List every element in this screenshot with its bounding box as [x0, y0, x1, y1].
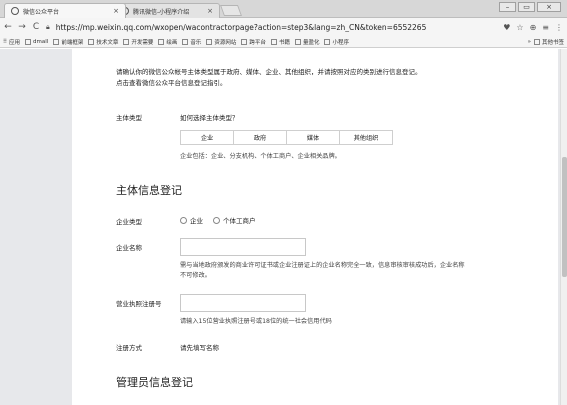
- tab-close-icon[interactable]: ×: [207, 7, 213, 15]
- bookmark-item[interactable]: 跨平台: [241, 38, 266, 46]
- tab-mini-program-intro[interactable]: 腾讯微信-小程序介绍 ×: [114, 3, 220, 18]
- folder-icon: [25, 38, 32, 45]
- entity-option-other[interactable]: 其他组织: [339, 130, 393, 145]
- page-scrollbar[interactable]: [560, 49, 567, 405]
- folder-icon: [182, 38, 189, 45]
- bookmarks-bar: ⠿ 应用 dmall 前端框架 技术文章 开发需要 绘画 音乐 资源网站 跨平台 …: [0, 36, 567, 48]
- reader-icon[interactable]: ≡: [542, 23, 549, 32]
- minimize-button[interactable]: –: [499, 2, 516, 12]
- scrollbar-thumb[interactable]: [562, 157, 567, 277]
- how-to-choose-link[interactable]: 如何选择主体类型？: [180, 112, 393, 122]
- radio-circle-icon: [180, 216, 187, 224]
- registration-form: 请确认你的微信公众帐号主体类型属于政府、媒体、企业、其他组织，并请按照对应的类别…: [72, 49, 558, 405]
- company-name-field: 需与当地政府颁发的商业许可证书或企业注册证上的企业名称完全一致，信息审核审核成功…: [180, 238, 520, 281]
- bookmark-item[interactable]: 量盈化: [294, 38, 319, 46]
- bookmark-item[interactable]: ⠿ 应用: [3, 38, 20, 46]
- notice: 请确认你的微信公众帐号主体类型属于政府、媒体、企业、其他组织，并请按照对应的类别…: [116, 67, 422, 89]
- bookmark-item[interactable]: 技术文章: [88, 38, 118, 46]
- bookmark-item[interactable]: dmall: [25, 38, 48, 45]
- bookmark-star-icon[interactable]: ☆: [516, 23, 523, 32]
- close-window-button[interactable]: ×: [537, 2, 561, 12]
- company-type-radios: 企业 个体工商户: [180, 215, 256, 225]
- company-name-label: 企业名称: [116, 244, 142, 252]
- back-button[interactable]: ←: [4, 22, 12, 32]
- license-number-label: 营业执照注册号: [116, 300, 162, 308]
- bookmark-item[interactable]: 开发需要: [123, 38, 153, 46]
- entity-type-options: 企业 政府 媒体 其他组织: [180, 130, 393, 145]
- folder-icon: [533, 38, 540, 45]
- bookmark-item[interactable]: 资源网站: [206, 38, 236, 46]
- tab-title: 腾讯微信-小程序介绍: [133, 8, 190, 16]
- page-background: 请确认你的微信公众帐号主体类型属于政府、媒体、企业、其他组织，并请按照对应的类别…: [0, 49, 567, 405]
- notice-line: 请确认你的微信公众帐号主体类型属于政府、媒体、企业、其他组织，并请按照对应的类别…: [116, 68, 422, 76]
- company-name-hint: 需与当地政府颁发的商业许可证书或企业注册证上的企业名称完全一致，信息审核审核成功…: [180, 262, 465, 279]
- radio-individual-business[interactable]: 个体工商户: [213, 215, 256, 225]
- address-bar-icons: ♥ ☆ ⊕ ≡ ⋮: [503, 23, 563, 32]
- apps-icon: ⠿: [3, 38, 8, 45]
- bookmark-item[interactable]: 书籍: [270, 38, 290, 46]
- maximize-button[interactable]: ▭: [518, 2, 535, 12]
- tab-favicon-icon: [11, 7, 19, 15]
- extension-globe-icon[interactable]: ⊕: [530, 23, 537, 32]
- tab-close-icon[interactable]: ×: [113, 7, 119, 15]
- reload-button[interactable]: C: [32, 22, 40, 32]
- company-type-label: 企业类型: [116, 218, 142, 226]
- admin-info-title: 管理员信息登记: [116, 376, 193, 389]
- folder-icon: [158, 38, 165, 45]
- folder-icon: [53, 38, 60, 45]
- folder-icon: [123, 38, 130, 45]
- company-name-input[interactable]: [180, 238, 306, 256]
- entity-info-title: 主体信息登记: [116, 184, 182, 197]
- lock-icon: 🔒︎: [46, 22, 50, 31]
- bookmark-item[interactable]: 音乐: [182, 38, 201, 46]
- folder-icon: [206, 38, 213, 45]
- entity-option-government[interactable]: 政府: [233, 130, 287, 145]
- radio-enterprise[interactable]: 企业: [180, 215, 203, 225]
- bookmark-item[interactable]: 绘画: [158, 38, 177, 46]
- tab-strip: 腾讯微信-小程序介绍 × 微信公众平台 × – ▭ ×: [0, 0, 567, 18]
- folder-icon: [270, 38, 277, 45]
- license-number-field: 请输入15位营业执照注册号或18位的统一社会信用代码: [180, 294, 520, 327]
- radio-circle-icon: [213, 216, 220, 224]
- bookmarks-more-button[interactable]: »: [528, 39, 531, 45]
- folder-icon: [241, 38, 248, 45]
- tab-wechat-platform[interactable]: 微信公众平台 ×: [4, 3, 126, 18]
- other-bookmarks[interactable]: 其他书签: [533, 38, 564, 46]
- entity-option-enterprise[interactable]: 企业: [180, 130, 234, 145]
- company-type-field: 企业 个体工商户: [180, 215, 256, 225]
- folder-icon: [294, 38, 301, 45]
- guide-link[interactable]: 点击查看微信公众平台信息登记指引。: [116, 78, 422, 89]
- new-tab-button[interactable]: [219, 5, 243, 16]
- window-controls: – ▭ ×: [499, 2, 561, 12]
- bookmark-item[interactable]: 前端框架: [53, 38, 83, 46]
- folder-icon: [88, 38, 95, 45]
- menu-icon[interactable]: ⋮: [555, 23, 563, 32]
- registration-method-label: 注册方式: [116, 344, 142, 352]
- license-number-input[interactable]: [180, 294, 306, 312]
- entity-type-note: 企业包括：企业、分支机构、个体工商户、企业相关品牌。: [180, 153, 341, 160]
- license-number-hint: 请输入15位营业执照注册号或18位的统一社会信用代码: [180, 318, 332, 325]
- registration-method-value: 请先填写名称: [180, 344, 219, 352]
- tab-title: 微信公众平台: [23, 8, 60, 16]
- entity-option-media[interactable]: 媒体: [286, 130, 340, 145]
- address-bar: ← → C 🔒︎ https://mp.weixin.qq.com/wxopen…: [0, 18, 567, 36]
- bookmarks-overflow: » 其他书签: [528, 38, 564, 46]
- entity-type-label: 主体类型: [116, 114, 142, 122]
- forward-button[interactable]: →: [18, 22, 26, 32]
- extension-icon[interactable]: ♥: [503, 23, 510, 32]
- folder-icon: [324, 38, 331, 45]
- entity-type-field: 如何选择主体类型？ 企业 政府 媒体 其他组织 企业包括：企业、分支机构、个体工…: [180, 112, 393, 160]
- bookmark-item[interactable]: 小程序: [324, 38, 349, 46]
- url-field[interactable]: https://mp.weixin.qq.com/wxopen/wacontra…: [56, 23, 498, 32]
